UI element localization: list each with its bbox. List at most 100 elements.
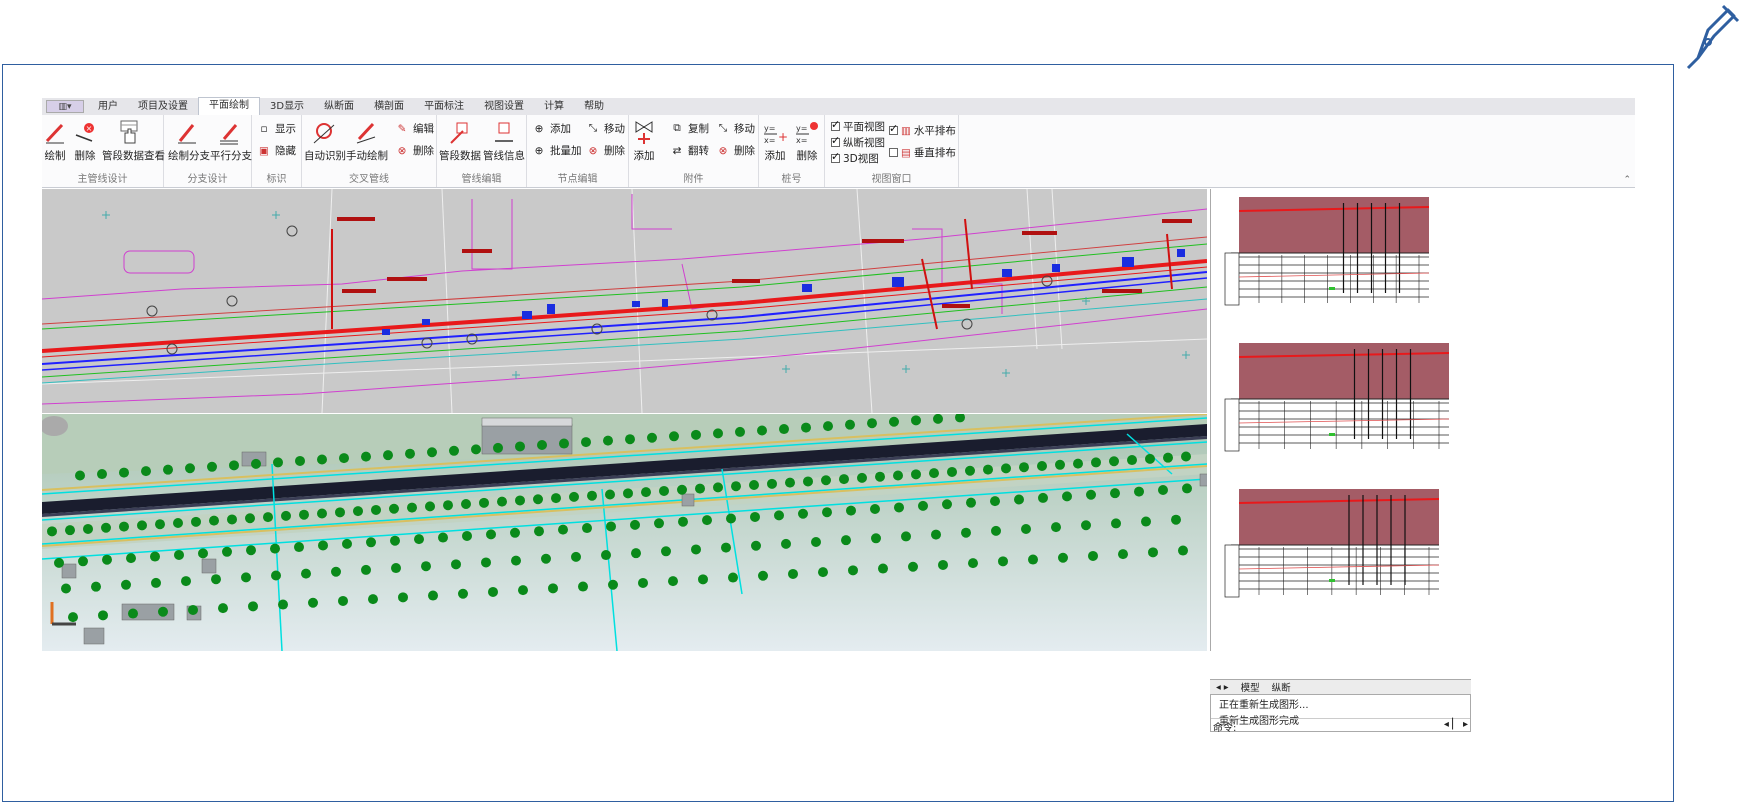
tab-project-settings[interactable]: 项目及设置 xyxy=(128,99,198,115)
attach-move-icon: ⤡ xyxy=(718,122,728,134)
delete-label: 删除 xyxy=(74,150,96,162)
3d-view-viewport[interactable] xyxy=(42,414,1207,651)
cross-edit-button[interactable]: ✎ 编辑 xyxy=(394,121,434,136)
tab-calculate[interactable]: 计算 xyxy=(534,99,574,115)
auto-detect-icon xyxy=(313,123,335,144)
tab-plan-drawing[interactable]: 平面绘制 xyxy=(198,97,260,115)
profile-drawings xyxy=(1224,197,1450,598)
3d-view-checkbox[interactable]: 3D视图 xyxy=(831,150,879,166)
3d-view-label: 3D视图 xyxy=(843,153,879,165)
checkbox-box xyxy=(889,122,898,135)
edit-icon: ✎ xyxy=(397,122,407,135)
cross-delete-button[interactable]: ⊗ 删除 xyxy=(394,143,434,158)
group-label: 主管线设计 xyxy=(77,174,128,185)
tab-model[interactable]: 模型 xyxy=(1235,680,1266,694)
segment-data-button[interactable]: 管段数据 xyxy=(439,119,481,163)
auto-detect-button[interactable]: 自动识别 xyxy=(304,119,346,163)
group-label: 附件 xyxy=(683,174,704,185)
parallel-branch-label: 平行分支 xyxy=(210,150,252,162)
checkbox-box xyxy=(889,148,898,157)
node-batch-add-button[interactable]: ⊕ 批量加 xyxy=(531,143,582,158)
segment-data-view-label: 管段数据查看 xyxy=(102,150,165,162)
draw-label: 绘制 xyxy=(44,150,66,162)
pipe-info-icon xyxy=(495,122,513,142)
draw-button[interactable]: 绘制 xyxy=(44,119,66,163)
tab-user[interactable]: 用户 xyxy=(88,99,128,115)
pipe-info-button[interactable]: 管线信息 xyxy=(483,119,525,163)
node-move-button[interactable]: ⤡ 移动 xyxy=(585,121,625,136)
group-label: 节点编辑 xyxy=(557,174,598,185)
svg-text:x=: x= xyxy=(796,136,807,145)
pile-delete-button[interactable]: y= x= 删除 xyxy=(793,119,821,163)
tab-help[interactable]: 帮助 xyxy=(574,99,614,115)
formula-delete-icon: y= x= xyxy=(796,122,818,145)
profile-view-panel[interactable] xyxy=(1210,189,1472,651)
3d-scene xyxy=(42,414,1207,651)
show-label: 显示 xyxy=(275,123,296,135)
show-button[interactable]: ▫ 显示 xyxy=(256,121,296,136)
show-icon: ▫ xyxy=(260,122,268,135)
attach-delete-button[interactable]: ⊗ 删除 xyxy=(715,143,755,158)
node-add-button[interactable]: ⊕ 添加 xyxy=(531,121,571,136)
quick-access-toolbar[interactable]: ▥▾ xyxy=(46,100,84,113)
cross-delete-label: 删除 xyxy=(413,145,434,157)
command-scroll-arrows[interactable]: ◂ ▏ ▸ xyxy=(1444,719,1468,731)
parallel-branch-button[interactable]: 平行分支 xyxy=(210,119,252,163)
tab-view-settings[interactable]: 视图设置 xyxy=(474,99,534,115)
formula-add-icon: y= x= + xyxy=(764,124,787,145)
application-window: ▥▾ 用户 项目及设置 平面绘制 3D显示 纵断面 横剖面 平面标注 视图设置 … xyxy=(42,97,1635,734)
tab-profile[interactable]: 纵断面 xyxy=(314,99,364,115)
attach-move-button[interactable]: ⤡ 移动 xyxy=(715,121,755,136)
profile-view-checkbox[interactable]: 纵断视图 xyxy=(831,134,885,150)
ribbon-panel: 绘制 × 删除 管段数据查看 主管线设计 绘制分支 平行分支 分支设计 ▫ 显示… xyxy=(42,115,1635,188)
flip-icon: ⇄ xyxy=(672,144,682,157)
segment-data-label: 管段数据 xyxy=(439,150,481,162)
layout-tab-bar: ◂ ▸ 模型 纵断 xyxy=(1210,679,1471,694)
checkbox-box xyxy=(831,150,840,163)
command-prompt[interactable]: 命令: xyxy=(1213,719,1236,734)
tab-scroll-arrows[interactable]: ◂ ▸ xyxy=(1210,682,1235,693)
pile-add-button[interactable]: y= x= + 添加 xyxy=(761,119,789,163)
attach-add-button[interactable]: 添加 xyxy=(631,119,657,163)
pipe-info-label: 管线信息 xyxy=(483,150,525,162)
node-add-icon: ⊕ xyxy=(534,122,544,135)
tab-cross-section[interactable]: 横剖面 xyxy=(364,99,414,115)
plan-view-label: 平面视图 xyxy=(843,121,885,133)
plan-view-viewport[interactable] xyxy=(42,189,1207,413)
delete-pipe-button[interactable]: × 删除 xyxy=(74,119,96,163)
segment-data-view-button[interactable]: 管段数据查看 xyxy=(102,119,165,163)
group-mark: ▫ 显示 ▣ 隐藏 标识 xyxy=(252,115,302,187)
collapse-ribbon-icon[interactable]: ⌃ xyxy=(1623,175,1631,185)
group-node-edit: ⊕ 添加 ⊕ 批量加 ⤡ 移动 ⊗ 删除 节点编辑 xyxy=(527,115,629,187)
tab-profile-layout[interactable]: 纵断 xyxy=(1266,680,1297,694)
draw-branch-label: 绘制分支 xyxy=(168,150,210,162)
attach-flip-button[interactable]: ⇄ 翻转 xyxy=(669,143,709,158)
delete-small-icon: ⊗ xyxy=(397,144,407,157)
checkbox-box xyxy=(831,134,840,147)
horizontal-arrange-checkbox[interactable]: ▥ 水平排布 xyxy=(889,122,956,138)
hide-button[interactable]: ▣ 隐藏 xyxy=(256,143,296,158)
node-add-label: 添加 xyxy=(550,123,571,135)
auto-detect-label: 自动识别 xyxy=(304,150,346,162)
checkbox-box xyxy=(831,118,840,131)
attach-flip-label: 翻转 xyxy=(688,145,709,157)
manual-draw-label: 手动绘制 xyxy=(346,150,388,162)
group-view-windows: 平面视图 纵断视图 3D视图 ▥ 水平排布 ▤ 垂直排布 视图窗口 xyxy=(825,115,959,187)
manual-draw-button[interactable]: 手动绘制 xyxy=(346,119,388,163)
plan-view-checkbox[interactable]: 平面视图 xyxy=(831,118,885,134)
group-label: 视图窗口 xyxy=(871,174,912,185)
draw-branch-button[interactable]: 绘制分支 xyxy=(168,119,210,163)
attach-copy-button[interactable]: ⧉ 复制 xyxy=(669,121,709,136)
tab-plan-annotation[interactable]: 平面标注 xyxy=(414,99,474,115)
group-cross-pipes: 自动识别 手动绘制 ✎ 编辑 ⊗ 删除 交叉管线 xyxy=(302,115,437,187)
valve-add-icon xyxy=(635,121,653,144)
node-batch-add-label: 批量加 xyxy=(550,145,582,157)
tab-3d-display[interactable]: 3D显示 xyxy=(260,99,314,115)
svg-text:x=: x= xyxy=(764,136,775,145)
vertical-arrange-checkbox[interactable]: ▤ 垂直排布 xyxy=(889,145,956,160)
node-delete-button[interactable]: ⊗ 删除 xyxy=(585,143,625,158)
hand-table-icon xyxy=(120,120,138,144)
attach-delete-icon: ⊗ xyxy=(718,144,728,157)
attach-copy-label: 复制 xyxy=(688,123,709,135)
batch-add-icon: ⊕ xyxy=(534,144,544,157)
